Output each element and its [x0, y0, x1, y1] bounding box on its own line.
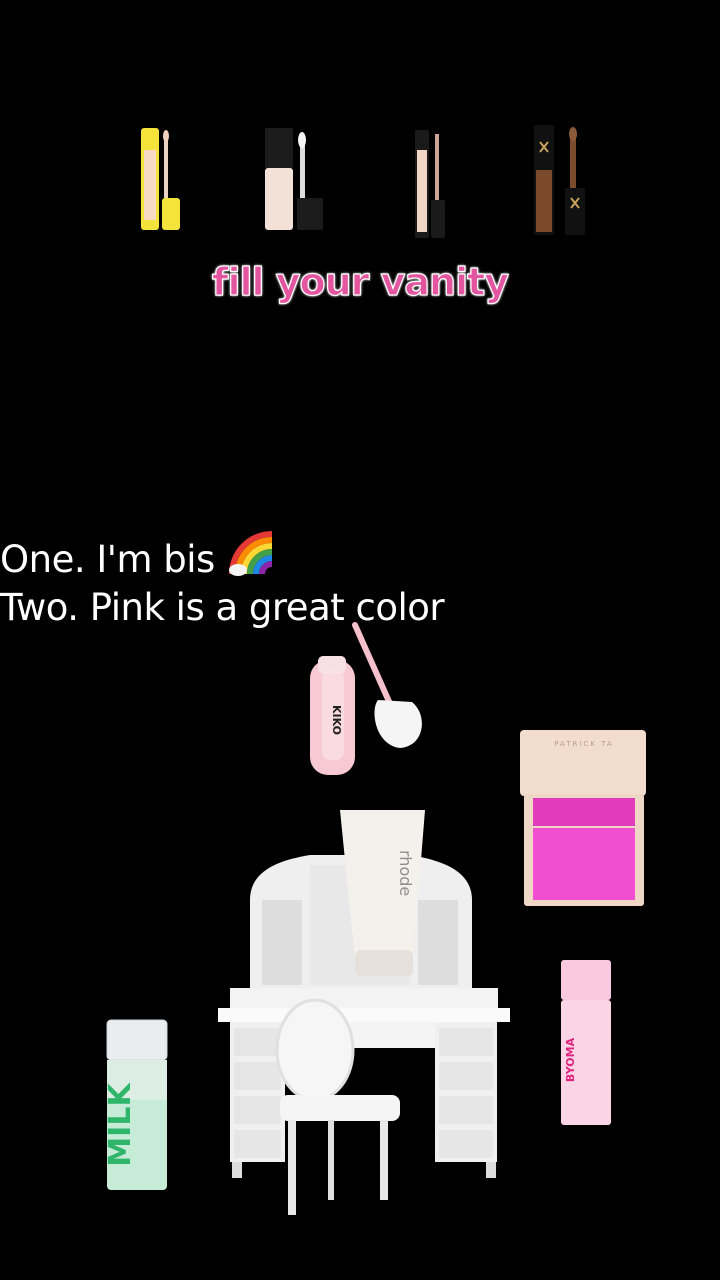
- concealer-row: [141, 125, 585, 238]
- rhode-label: rhode: [396, 850, 415, 896]
- ysl-concealer: [534, 125, 585, 235]
- byoma-label: BYOMA: [564, 1037, 577, 1082]
- overlay-title: fill your vanity: [211, 259, 509, 304]
- black-cap-concealer: [265, 128, 323, 230]
- nars-concealer: [415, 130, 445, 238]
- rainbow-emoji: [229, 531, 273, 576]
- yellow-concealer: [141, 128, 180, 230]
- blush-compact: PATRICK TA: [520, 730, 646, 906]
- kiko-lip-gloss: KIKO: [310, 622, 422, 775]
- kiko-label: KIKO: [330, 705, 343, 735]
- byoma-bottle: BYOMA: [561, 960, 611, 1125]
- caption: One. I'm bis Two. Pink is a great color: [0, 528, 445, 632]
- patrick-ta-label: PATRICK TA: [554, 740, 613, 748]
- milk-label: MILK: [103, 1082, 138, 1167]
- vanity-desk: rhode: [218, 810, 510, 1215]
- milk-spray-bottle: MILK: [103, 1019, 168, 1190]
- caption-line-1: One. I'm bis: [0, 528, 444, 584]
